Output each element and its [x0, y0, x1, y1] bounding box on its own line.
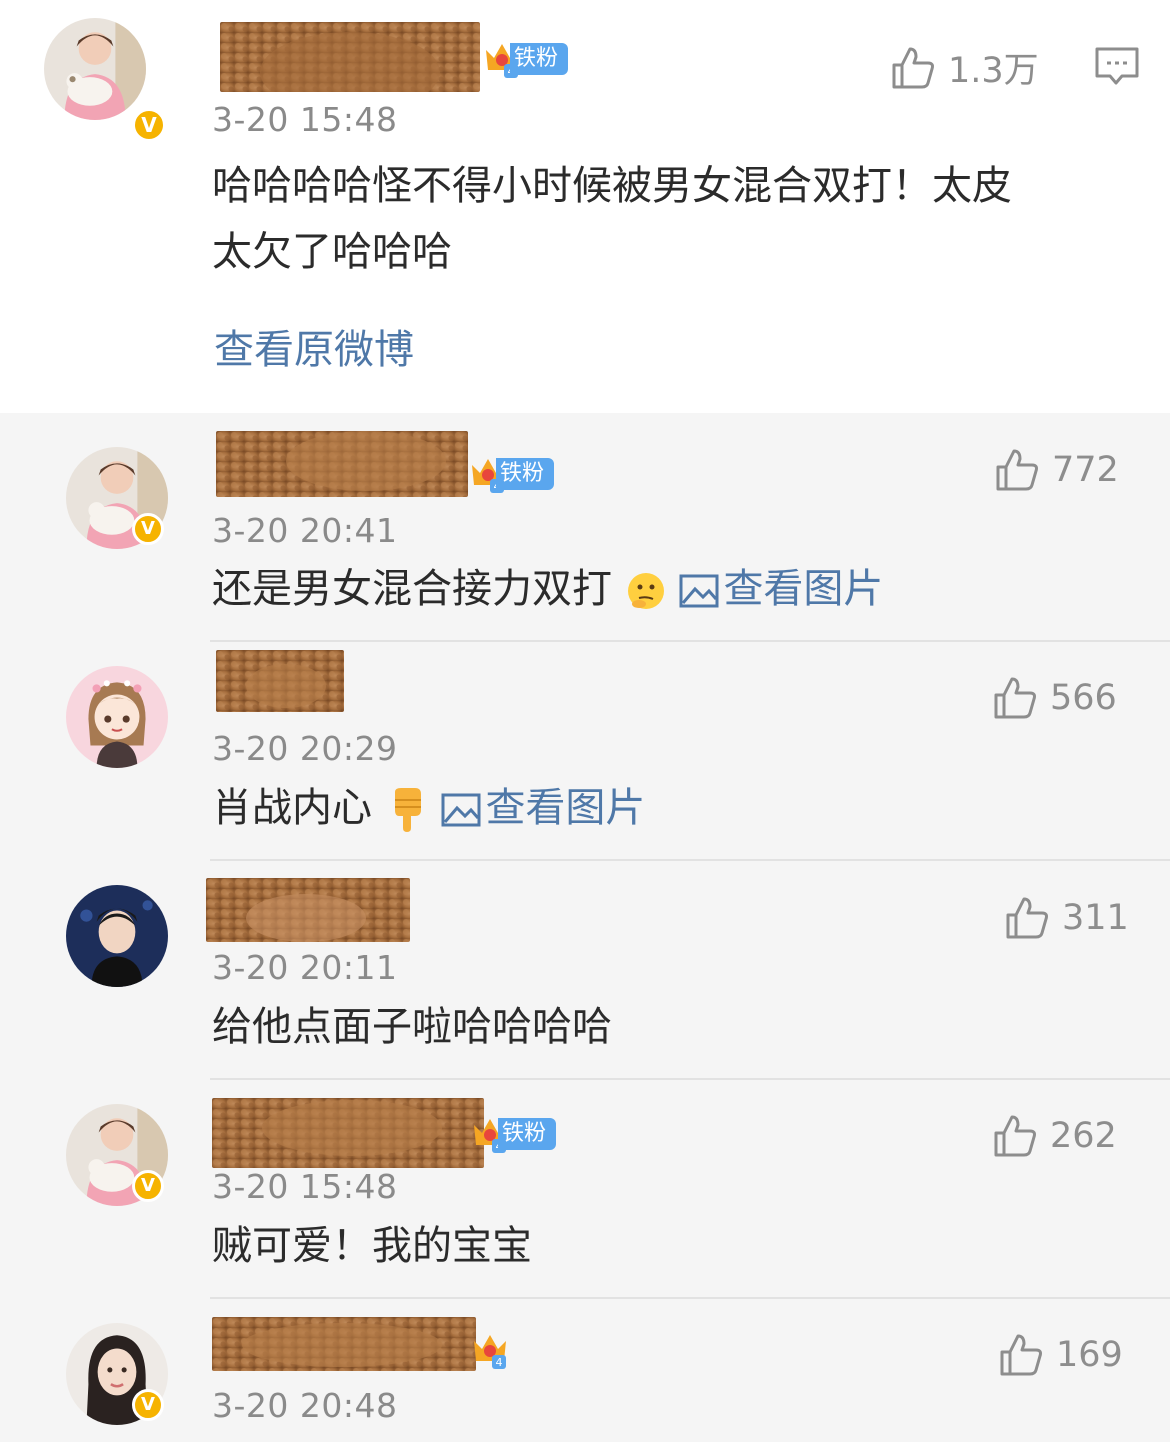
like-count: 169 — [1056, 1335, 1123, 1375]
thumbs-up-icon — [1000, 1334, 1042, 1376]
user-avatar[interactable] — [66, 666, 168, 768]
crown-icon: 4 — [474, 1335, 506, 1369]
avatar-photo-icon — [44, 18, 146, 120]
fan-badge[interactable]: 4 铁粉 — [468, 455, 555, 493]
fan-badge[interactable]: 4 铁粉 — [470, 1115, 557, 1153]
reply-content: 肖战内心 查看图片 — [212, 776, 645, 840]
like-count: 566 — [1050, 678, 1117, 718]
replies-list: V 4 铁粉 772 3-20 20:41 还是男女混合接力双打 — [0, 413, 1170, 1442]
divider — [210, 859, 1170, 861]
username-redacted[interactable] — [216, 431, 468, 497]
divider — [210, 1078, 1170, 1080]
reply-time: 3-20 15:48 — [212, 1167, 398, 1206]
user-avatar[interactable] — [66, 885, 168, 987]
reply-content: 还是男女混合接力双打 查看图片 — [212, 557, 883, 621]
divider — [210, 640, 1170, 642]
reply-time: 3-20 20:11 — [212, 948, 398, 987]
comment-text-line1: 哈哈哈哈怪不得小时候被男女混合双打！太皮 — [212, 163, 1012, 209]
image-icon — [441, 793, 481, 827]
main-comment: V 4 铁粉 1.3万 3-20 15:48 哈哈哈哈怪不得小时候被男女混合双打… — [0, 0, 1170, 413]
thumbs-up-icon — [996, 449, 1038, 491]
view-image-link[interactable]: 查看图片 — [679, 566, 883, 612]
fan-badge-label: 铁粉 — [498, 1118, 557, 1150]
anime-girl-avatar-icon — [66, 666, 168, 768]
like-count: 772 — [1052, 450, 1119, 490]
username-redacted[interactable] — [212, 1317, 476, 1371]
like-button[interactable]: 311 — [1004, 895, 1129, 941]
username-redacted[interactable] — [206, 878, 410, 942]
comment-time: 3-20 15:48 — [212, 100, 398, 139]
reply-time: 3-20 20:41 — [212, 511, 398, 550]
image-icon — [679, 574, 719, 608]
username-redacted[interactable] — [220, 22, 480, 92]
like-count: 262 — [1050, 1116, 1117, 1156]
like-button[interactable]: 262 — [992, 1113, 1117, 1159]
verified-icon: V — [132, 1170, 164, 1202]
verified-icon: V — [132, 1389, 164, 1421]
like-button[interactable]: 1.3万 — [890, 42, 1039, 93]
svg-text:4: 4 — [496, 1356, 503, 1369]
fan-badge-label: 铁粉 — [496, 458, 555, 490]
fan-badge-label: 铁粉 — [510, 43, 569, 75]
fan-badge[interactable]: 4 铁粉 — [482, 40, 569, 78]
reply-time: 3-20 20:48 — [212, 1386, 398, 1425]
thinking-emoji-icon — [627, 573, 664, 609]
divider — [210, 1297, 1170, 1299]
view-image-label[interactable]: 查看图片 — [485, 785, 645, 831]
thumbs-up-icon — [892, 47, 934, 88]
verified-icon: V — [132, 513, 164, 545]
reply-text: 贼可爱！我的宝宝 — [212, 1223, 532, 1269]
comment-text-line2: 太欠了哈哈哈 — [212, 229, 452, 275]
reply-text: 还是男女混合接力双打 — [212, 566, 612, 612]
username-redacted[interactable] — [216, 650, 344, 712]
user-avatar[interactable] — [44, 18, 146, 120]
like-button[interactable]: 169 — [998, 1332, 1123, 1378]
like-button[interactable]: 566 — [992, 675, 1117, 721]
view-original-link[interactable]: 查看原微博 — [214, 318, 414, 382]
thumbs-up-icon — [994, 1115, 1036, 1157]
like-button[interactable]: 772 — [994, 447, 1119, 493]
pointing-down-emoji-icon — [394, 788, 421, 832]
reply-text: 肖战内心 — [212, 785, 372, 831]
view-image-link[interactable]: 查看图片 — [441, 785, 645, 831]
thumbs-up-icon — [1006, 897, 1048, 939]
verified-icon: V — [132, 108, 166, 142]
thumbs-up-icon — [994, 677, 1036, 719]
view-image-label[interactable]: 查看图片 — [723, 566, 883, 612]
fan-badge[interactable]: 4 — [470, 1331, 510, 1369]
reply-time: 3-20 20:29 — [212, 729, 398, 768]
like-count: 311 — [1062, 898, 1129, 938]
username-redacted[interactable] — [212, 1098, 484, 1168]
celebrity-avatar-icon — [66, 885, 168, 987]
comment-icon[interactable] — [1094, 46, 1140, 86]
reply-text: 给他点面子啦哈哈哈哈 — [212, 1004, 612, 1050]
like-count: 1.3万 — [948, 51, 1039, 91]
